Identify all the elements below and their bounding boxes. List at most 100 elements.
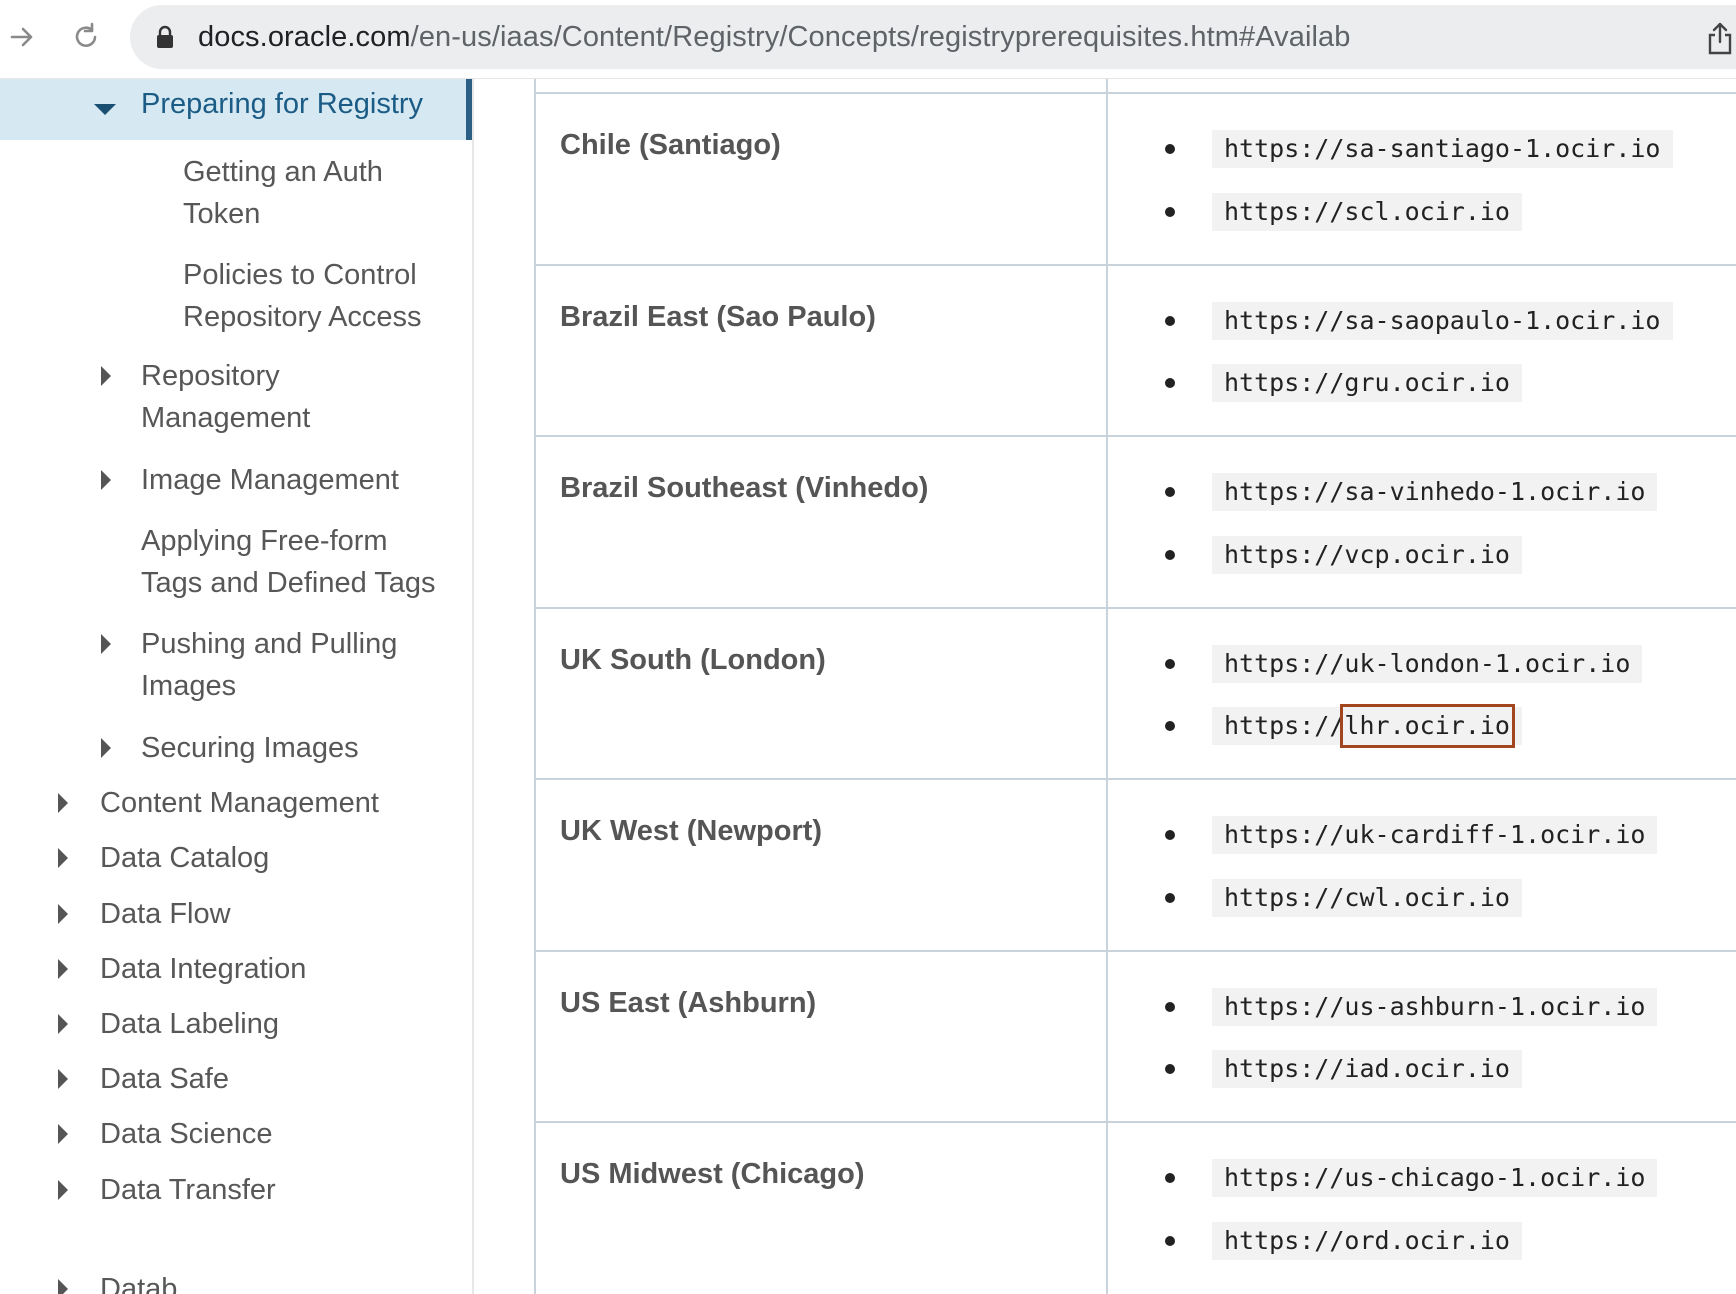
sidebar-item-label: Data Safe [100, 1063, 229, 1095]
region-name: US East (Ashburn) [560, 987, 817, 1019]
sidebar-item-data-labeling[interactable]: Data Labeling [100, 1003, 279, 1045]
table-border [534, 950, 1736, 952]
share-icon[interactable] [1706, 20, 1734, 56]
sidebar-item-securing-images[interactable]: Securing Images [141, 727, 359, 769]
endpoint-url: https://cwl.ocir.io [1212, 879, 1522, 917]
caret-right-icon[interactable] [101, 366, 111, 386]
bullet [1165, 1173, 1175, 1183]
sidebar-item-label: Securing Images [141, 732, 359, 764]
docs-sidebar: Preparing for Registry Getting an Auth T… [0, 79, 474, 1294]
browser-toolbar: docs.oracle.com/en-us/iaas/Content/Regis… [0, 0, 1736, 79]
bullet [1165, 550, 1175, 560]
sidebar-item-label: Preparing for Registry [141, 88, 424, 120]
bullet [1165, 721, 1175, 731]
sidebar-item-content-management[interactable]: Content Management [100, 782, 379, 824]
sidebar-item-label: Data Labeling [100, 1008, 279, 1040]
caret-right-icon[interactable] [58, 1014, 68, 1034]
endpoint-url: https://uk-cardiff-1.ocir.io [1212, 816, 1658, 854]
table-border [1106, 79, 1108, 1294]
sidebar-item-label: Data Integration [100, 953, 307, 985]
caret-right-icon[interactable] [58, 1069, 68, 1089]
caret-right-icon[interactable] [58, 959, 68, 979]
caret-right-icon[interactable] [101, 634, 111, 654]
bullet [1165, 207, 1175, 217]
sidebar-item-label: Policies to Control [183, 259, 417, 291]
sidebar-item-label: Data Catalog [100, 842, 270, 874]
caret-right-icon[interactable] [101, 470, 111, 490]
region-name: US Midwest (Chicago) [560, 1158, 865, 1190]
sidebar-item-label: Token [183, 198, 261, 230]
sidebar-item-label: Datab [100, 1273, 178, 1294]
endpoint-url: https://iad.ocir.io [1212, 1050, 1522, 1088]
endpoint-url: https://sa-saopaulo-1.ocir.io [1212, 302, 1673, 340]
endpoint-url: https://scl.ocir.io [1212, 193, 1522, 231]
sidebar-item-data-catalog[interactable]: Data Catalog [100, 837, 269, 879]
region-name: Brazil East (Sao Paulo) [560, 301, 876, 333]
sidebar-item-repository-management[interactable]: Repository Management [141, 355, 310, 439]
sidebar-item-label: Content Management [100, 787, 379, 819]
endpoint-url: https://us-chicago-1.ocir.io [1212, 1159, 1658, 1197]
address-bar[interactable]: docs.oracle.com/en-us/iaas/Content/Regis… [130, 5, 1736, 69]
reload-icon[interactable] [66, 17, 106, 57]
sidebar-item-data-flow[interactable]: Data Flow [100, 893, 231, 935]
table-border [534, 435, 1736, 437]
sidebar-item-applying-tags[interactable]: Applying Free-form Tags and Defined Tags [141, 520, 436, 604]
url-text: docs.oracle.com/en-us/iaas/Content/Regis… [198, 21, 1351, 54]
caret-right-icon[interactable] [58, 904, 68, 924]
endpoint-url: https://sa-vinhedo-1.ocir.io [1212, 473, 1658, 511]
sidebar-item-data-science[interactable]: Data Science [100, 1113, 273, 1155]
url-host: docs.oracle.com [198, 21, 411, 53]
bullet [1165, 378, 1175, 388]
bullet [1165, 1064, 1175, 1074]
caret-right-icon[interactable] [58, 1124, 68, 1144]
sidebar-item-label: Management [141, 402, 311, 434]
bullet [1165, 1236, 1175, 1246]
sidebar-item-database[interactable]: Datab [100, 1268, 177, 1294]
sidebar-item-policies-to-control-repository-access[interactable]: Policies to Control Repository Access [183, 254, 422, 338]
endpoint-url: https://uk-london-1.ocir.io [1212, 645, 1643, 683]
table-border [534, 607, 1736, 609]
caret-right-icon[interactable] [58, 1180, 68, 1200]
sidebar-item-label: Getting an Auth [183, 156, 383, 188]
caret-right-icon[interactable] [101, 738, 111, 758]
bullet [1165, 487, 1175, 497]
table-border [534, 264, 1736, 266]
bullet [1165, 830, 1175, 840]
bullet [1165, 144, 1175, 154]
endpoint-url: https://vcp.ocir.io [1212, 536, 1522, 574]
region-name: UK South (London) [560, 644, 826, 676]
sidebar-item-label: Pushing and Pulling [141, 628, 398, 660]
table-border [534, 92, 1736, 94]
bullet [1165, 893, 1175, 903]
forward-icon[interactable] [2, 17, 42, 57]
sidebar-item-image-management[interactable]: Image Management [141, 459, 399, 501]
sidebar-item-label: Repository Access [183, 301, 422, 333]
sidebar-item-label: Tags and Defined Tags [141, 567, 436, 599]
sidebar-item-getting-an-auth-token[interactable]: Getting an Auth Token [183, 151, 383, 235]
sidebar-item-label: Data Science [100, 1118, 273, 1150]
endpoint-url: https://us-ashburn-1.ocir.io [1212, 988, 1658, 1026]
caret-right-icon[interactable] [58, 793, 68, 813]
table-border [534, 1121, 1736, 1123]
caret-right-icon[interactable] [58, 848, 68, 868]
caret-down-icon [94, 104, 116, 115]
region-name: Chile (Santiago) [560, 129, 781, 161]
endpoint-url: https://ord.ocir.io [1212, 1222, 1522, 1260]
region-name: Brazil Southeast (Vinhedo) [560, 472, 929, 504]
sidebar-item-label: Images [141, 670, 237, 702]
sidebar-item-data-integration[interactable]: Data Integration [100, 948, 306, 990]
endpoint-url: https://gru.ocir.io [1212, 364, 1522, 402]
sidebar-item-label: Applying Free-form [141, 525, 388, 557]
sidebar-item-data-transfer[interactable]: Data Transfer [100, 1169, 276, 1211]
table-border [534, 778, 1736, 780]
sidebar-item-label: Image Management [141, 464, 399, 496]
sidebar-item-pushing-and-pulling-images[interactable]: Pushing and Pulling Images [141, 623, 397, 707]
sidebar-item-label: Repository [141, 360, 280, 392]
sidebar-item-label: Data Transfer [100, 1174, 276, 1206]
bullet [1165, 316, 1175, 326]
endpoint-url: https://sa-santiago-1.ocir.io [1212, 130, 1673, 168]
sidebar-item-label: Data Flow [100, 898, 231, 930]
caret-right-icon[interactable] [58, 1279, 68, 1294]
sidebar-item-data-safe[interactable]: Data Safe [100, 1058, 229, 1100]
sidebar-item-preparing-for-registry[interactable]: Preparing for Registry [0, 79, 472, 140]
